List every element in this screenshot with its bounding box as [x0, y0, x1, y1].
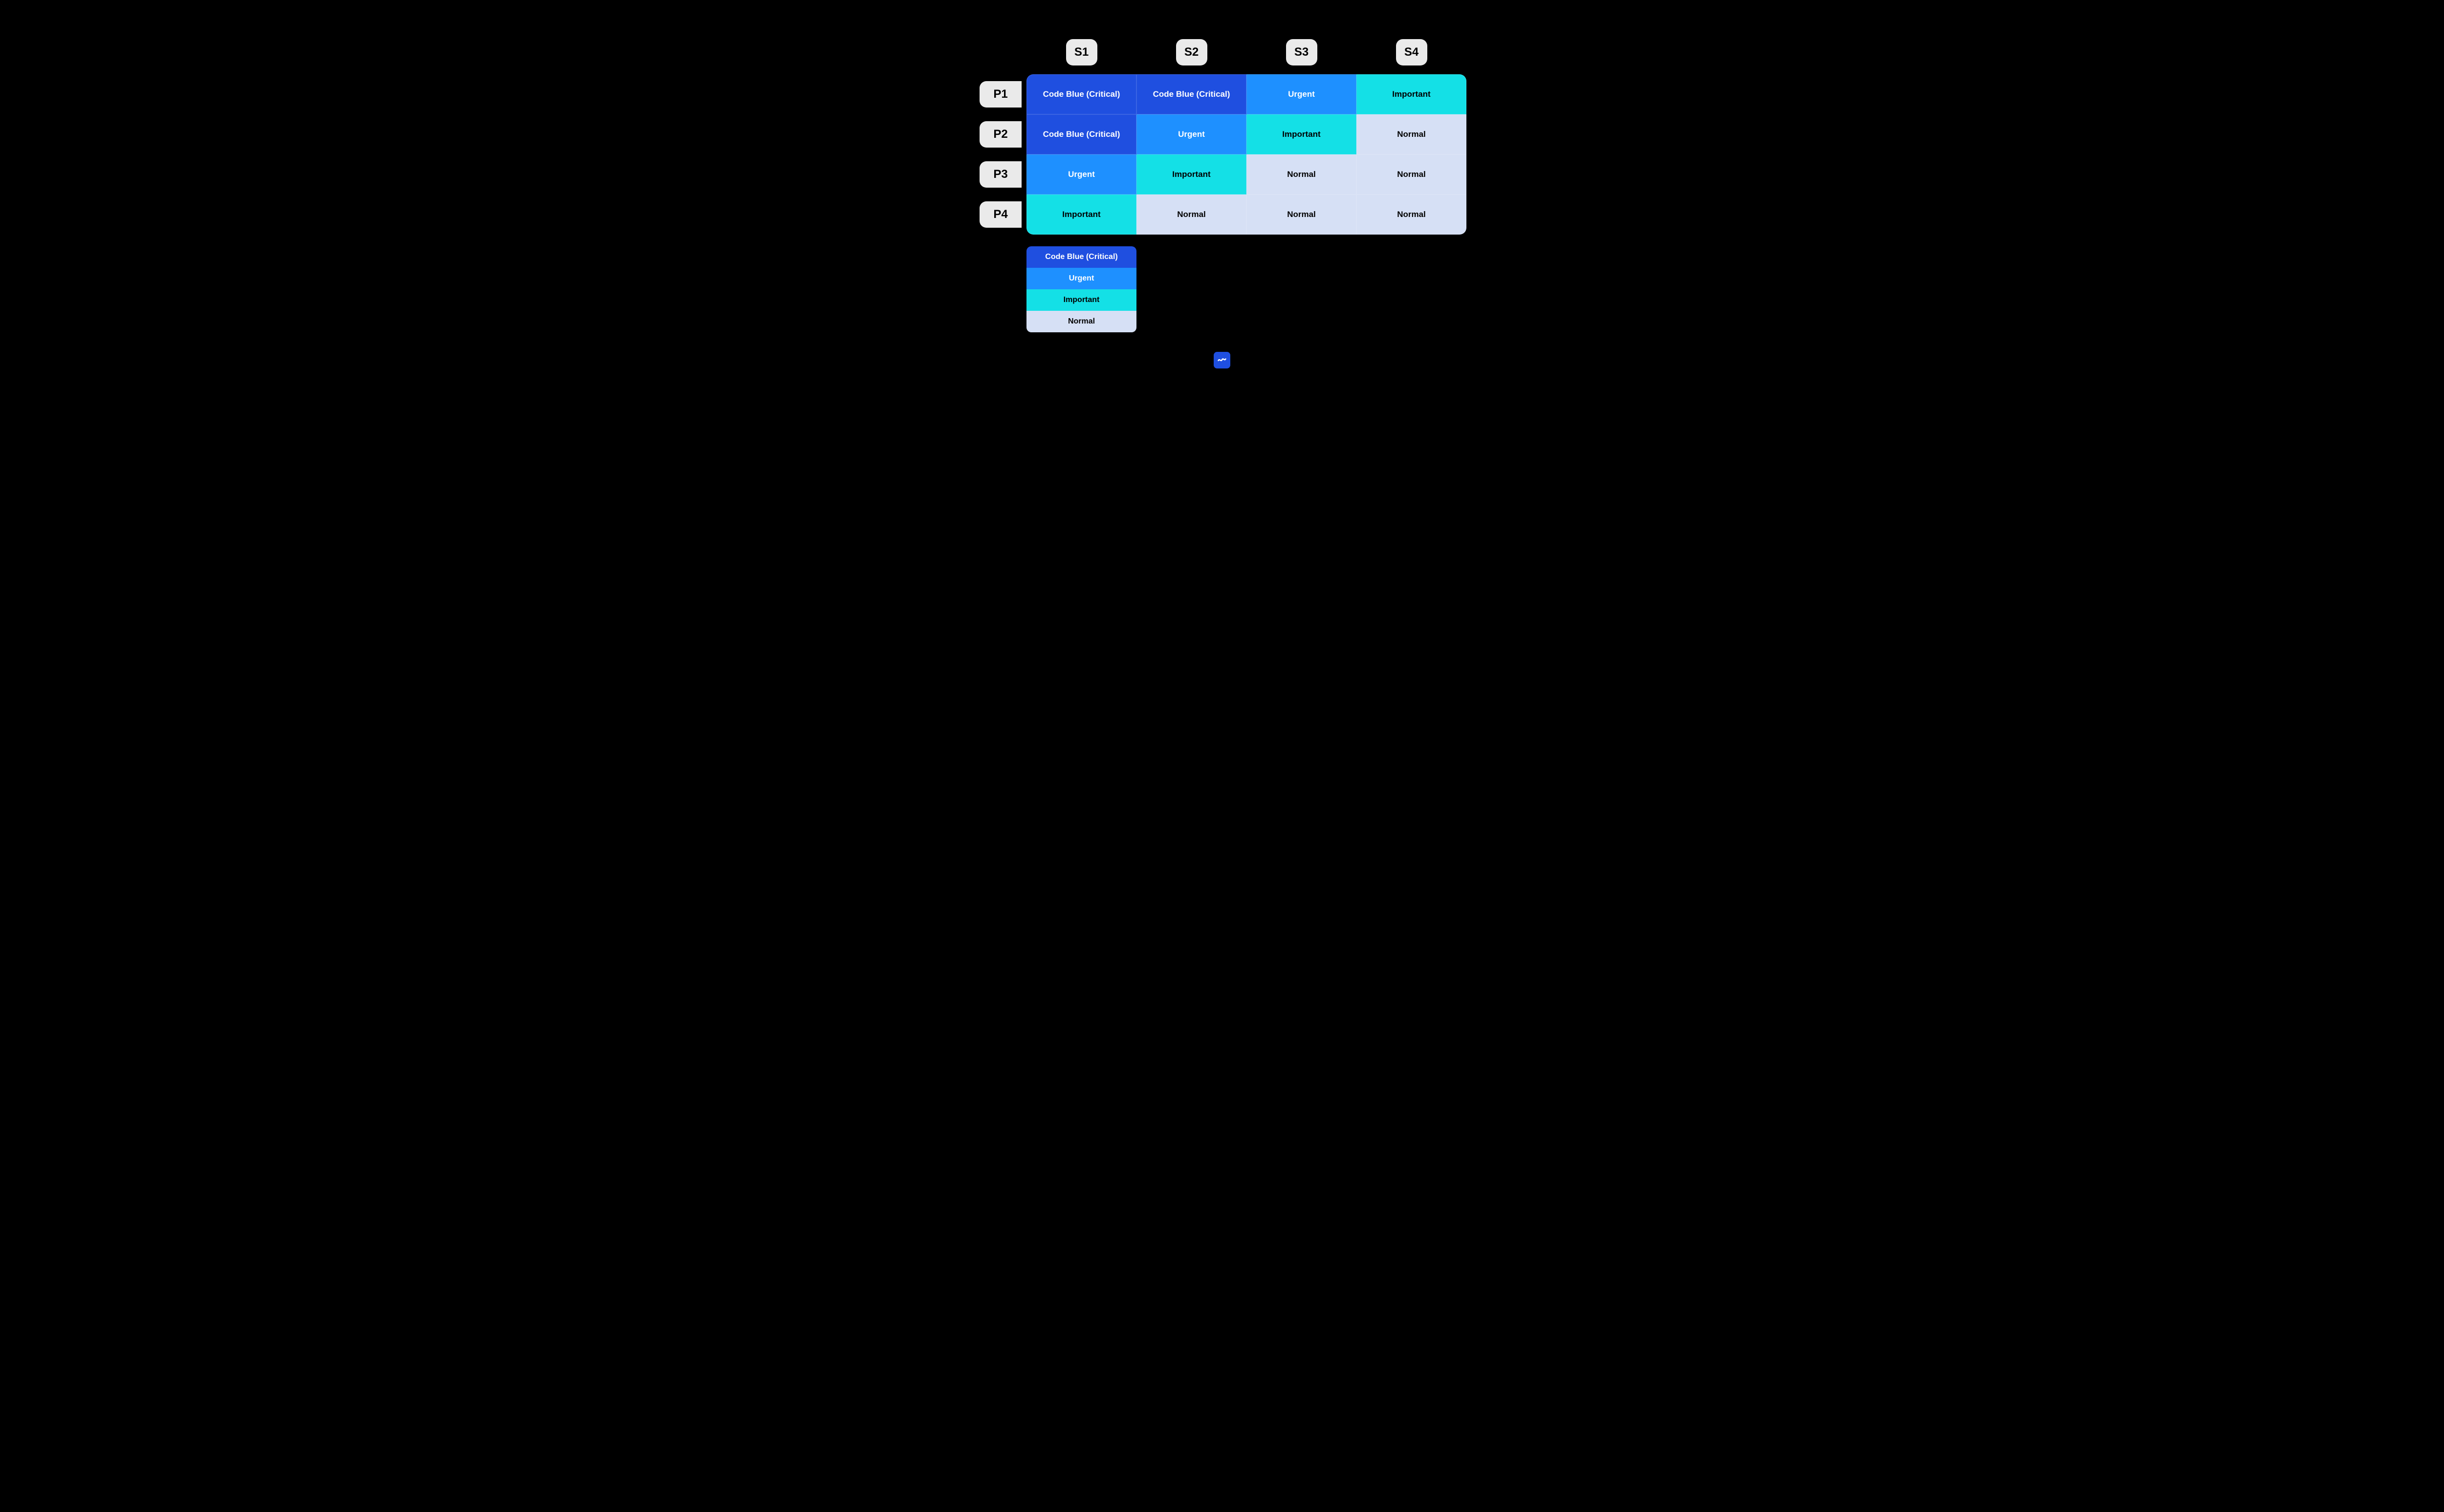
matrix-row: P1 Code Blue (Critical) Code Blue (Criti…: [978, 74, 1466, 114]
priority-header-p2: P2: [980, 121, 1022, 148]
priority-badge-wrap: P2: [978, 114, 1026, 154]
matrix-row: P4 Important Normal Normal Normal: [978, 194, 1466, 235]
matrix-row: P3 Urgent Important Normal Normal: [978, 154, 1466, 194]
priority-badge-wrap: P1: [978, 74, 1026, 114]
matrix-cell-p4-s1: Important: [1026, 194, 1136, 235]
priority-header-p1: P1: [980, 81, 1022, 108]
legend-item-urgent: Urgent: [1026, 268, 1136, 289]
priority-badge-wrap: P3: [978, 154, 1026, 194]
priority-header-p3: P3: [980, 161, 1022, 188]
severity-header-s2: S2: [1176, 39, 1207, 65]
matrix-cell-p3-s3: Normal: [1246, 154, 1356, 194]
priority-header-p4: P4: [980, 201, 1022, 228]
matrix-cell-p3-s4: Normal: [1356, 154, 1466, 194]
legend: Code Blue (Critical) Urgent Important No…: [1026, 246, 1136, 332]
severity-header-s3: S3: [1286, 39, 1317, 65]
priority-matrix: S1 S2 S3 S4 P1 Code Blue (Critical) Code…: [978, 39, 1466, 332]
matrix-cell-p2-s3: Important: [1246, 114, 1356, 154]
header-spacer: [978, 39, 1026, 65]
matrix-cell-p4-s4: Normal: [1356, 194, 1466, 235]
priority-badge-wrap: P4: [978, 194, 1026, 235]
matrix-cell-p4-s3: Normal: [1246, 194, 1356, 235]
matrix-grid: P1 Code Blue (Critical) Code Blue (Criti…: [978, 74, 1466, 235]
matrix-cell-p4-s2: Normal: [1136, 194, 1246, 235]
matrix-cell-p1-s1: Code Blue (Critical): [1026, 74, 1136, 114]
severity-header-s4: S4: [1396, 39, 1427, 65]
severity-header-s1: S1: [1066, 39, 1097, 65]
legend-item-normal: Normal: [1026, 311, 1136, 332]
matrix-cell-p1-s4: Important: [1356, 74, 1466, 114]
matrix-cell-p3-s2: Important: [1136, 154, 1246, 194]
matrix-row: P2 Code Blue (Critical) Urgent Important…: [978, 114, 1466, 154]
legend-item-important: Important: [1026, 289, 1136, 311]
matrix-cell-p3-s1: Urgent: [1026, 154, 1136, 194]
legend-item-codeblue: Code Blue (Critical): [1026, 246, 1136, 268]
brand-logo-icon: [1214, 352, 1230, 368]
matrix-cell-p2-s2: Urgent: [1136, 114, 1246, 154]
matrix-cell-p2-s1: Code Blue (Critical): [1026, 114, 1136, 154]
matrix-cell-p1-s3: Urgent: [1246, 74, 1356, 114]
matrix-cell-p2-s4: Normal: [1356, 114, 1466, 154]
matrix-cell-p1-s2: Code Blue (Critical): [1136, 74, 1246, 114]
severity-header-row: S1 S2 S3 S4: [978, 39, 1466, 65]
